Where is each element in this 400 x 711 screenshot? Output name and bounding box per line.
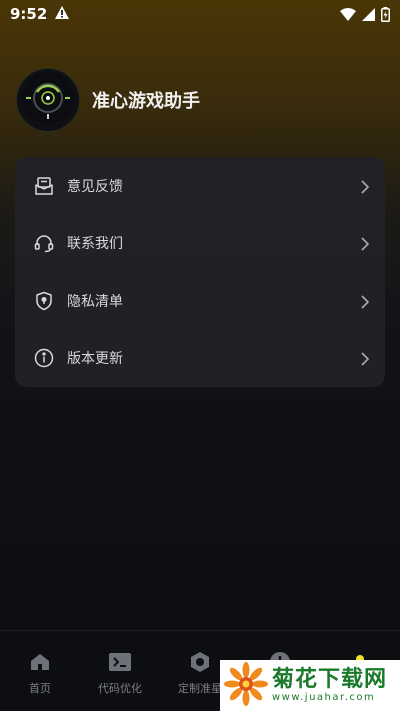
- chevron-right-icon: [359, 351, 371, 366]
- avatar[interactable]: [16, 68, 80, 132]
- menu-item-label: 隐私清单: [67, 293, 123, 310]
- menu-item-label: 版本更新: [67, 351, 123, 368]
- feedback-mail-icon: [33, 175, 55, 197]
- info-icon: [33, 347, 55, 369]
- headset-icon: [33, 232, 55, 254]
- menu-item-label: 联系我们: [67, 236, 123, 253]
- signal-icon: [362, 7, 375, 21]
- app-name: 准心游戏助手: [92, 91, 200, 112]
- menu-item-contact[interactable]: 联系我们: [15, 215, 385, 273]
- nav-item-code[interactable]: 代码优化: [80, 631, 160, 711]
- chevron-right-icon: [359, 236, 371, 251]
- watermark-text: 菊花下载网 www.juahar.com: [272, 666, 388, 704]
- status-icons: [340, 6, 390, 22]
- battery-icon: [381, 6, 390, 22]
- menu-item-privacy[interactable]: 隐私清单: [15, 272, 385, 330]
- watermark: 菊花下载网 www.juahar.com: [220, 660, 400, 711]
- alert-icon: [55, 5, 70, 23]
- home-icon: [29, 651, 51, 673]
- menu-item-update[interactable]: 版本更新: [15, 330, 385, 388]
- chevron-right-icon: [359, 294, 371, 309]
- menu-item-label: 意见反馈: [67, 178, 123, 195]
- terminal-icon: [109, 651, 131, 673]
- nav-label: 代码优化: [98, 682, 142, 695]
- menu-item-feedback[interactable]: 意见反馈: [15, 157, 385, 215]
- watermark-url: www.juahar.com: [272, 692, 376, 704]
- nav-label: 首页: [29, 682, 51, 695]
- nav-label: 定制准星: [178, 682, 222, 695]
- flower-logo-icon: [224, 661, 268, 710]
- watermark-title: 菊花下载网: [272, 666, 388, 692]
- hexagon-icon: [189, 651, 211, 673]
- profile-header: 准心游戏助手: [16, 68, 200, 132]
- status-time: 9:52: [10, 5, 48, 23]
- settings-menu: 意见反馈 联系我们 隐私清单 版本更新: [15, 157, 385, 387]
- chevron-right-icon: [359, 179, 371, 194]
- crosshair-icon: [20, 70, 76, 130]
- nav-item-home[interactable]: 首页: [0, 631, 80, 711]
- shield-lock-icon: [33, 290, 55, 312]
- status-bar: 9:52: [0, 0, 400, 28]
- wifi-icon: [340, 7, 356, 21]
